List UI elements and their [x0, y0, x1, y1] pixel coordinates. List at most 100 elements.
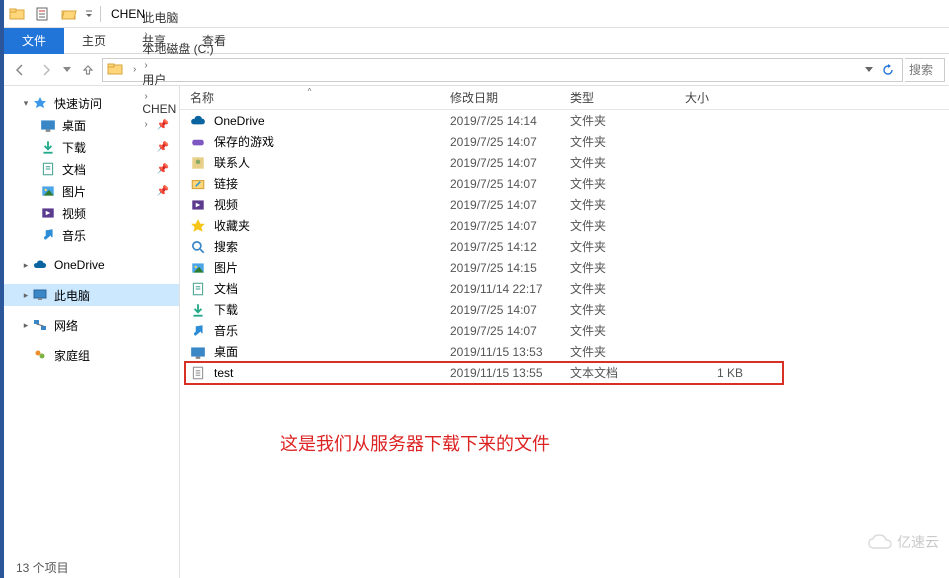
pic-icon	[190, 260, 206, 276]
file-type: 文件夹	[560, 112, 675, 129]
desktop-icon	[40, 117, 56, 133]
homegroup-icon	[32, 347, 48, 363]
file-type: 文件夹	[560, 259, 675, 276]
recent-dropdown[interactable]	[60, 58, 74, 82]
sidebar-item-label: 视频	[62, 205, 86, 222]
sidebar-onedrive[interactable]: ▸ OneDrive	[4, 254, 179, 276]
file-row[interactable]: 图片2019/7/25 14:15文件夹	[180, 257, 949, 278]
file-name: 联系人	[214, 154, 250, 171]
sidebar-homegroup[interactable]: 家庭组	[4, 344, 179, 366]
sidebar-item[interactable]: 图片 📌	[4, 180, 179, 202]
video-icon	[190, 197, 206, 213]
chevron-down-icon[interactable]: ▾	[20, 98, 32, 109]
sidebar-item-label: 快速访问	[54, 95, 102, 112]
up-button[interactable]	[76, 58, 100, 82]
file-row[interactable]: 下载2019/7/25 14:07文件夹	[180, 299, 949, 320]
file-name: 桌面	[214, 343, 238, 360]
sidebar-item[interactable]: 桌面📌	[4, 114, 179, 136]
file-row[interactable]: 搜索2019/7/25 14:12文件夹	[180, 236, 949, 257]
chevron-right-icon[interactable]: ›	[144, 60, 147, 71]
tab-file[interactable]: 文件	[4, 28, 64, 54]
column-size[interactable]: 大小	[675, 89, 755, 106]
file-row[interactable]: 收藏夹2019/7/25 14:07文件夹	[180, 215, 949, 236]
fav-icon	[190, 218, 206, 234]
sidebar-item-label: 此电脑	[54, 287, 90, 304]
file-name: 视频	[214, 196, 238, 213]
search-placeholder: 搜索	[909, 61, 933, 78]
search-box[interactable]: 搜索	[905, 58, 945, 82]
sidebar-item-label: 图片	[62, 183, 86, 200]
refresh-button[interactable]	[878, 58, 898, 82]
file-list[interactable]: OneDrive2019/7/25 14:14文件夹保存的游戏2019/7/25…	[180, 110, 949, 578]
qat-properties-icon[interactable]	[30, 2, 56, 26]
file-row[interactable]: 视频2019/7/25 14:07文件夹	[180, 194, 949, 215]
chevron-right-icon[interactable]: ▸	[20, 320, 32, 331]
file-row[interactable]: 音乐2019/7/25 14:07文件夹	[180, 320, 949, 341]
file-row[interactable]: 文档2019/11/14 22:17文件夹	[180, 278, 949, 299]
sidebar-item-label: 音乐	[62, 227, 86, 244]
file-list-pane: 名称^ 修改日期 类型 大小 OneDrive2019/7/25 14:14文件…	[180, 86, 949, 578]
pin-icon: 📌	[157, 186, 169, 197]
folder-icon	[107, 61, 125, 79]
back-button[interactable]	[8, 58, 32, 82]
file-row[interactable]: OneDrive2019/7/25 14:14文件夹	[180, 110, 949, 131]
column-name[interactable]: 名称^	[180, 89, 440, 106]
file-row[interactable]: 桌面2019/11/15 13:53文件夹	[180, 341, 949, 362]
status-text: 13 个项目	[16, 559, 69, 576]
network-icon	[32, 317, 48, 333]
breadcrumb-segment[interactable]: 本地磁盘 (C:)	[140, 40, 215, 57]
file-name: 链接	[214, 175, 238, 192]
address-dropdown-icon[interactable]	[860, 58, 878, 82]
file-type: 文件夹	[560, 175, 675, 192]
cloud-icon	[32, 257, 48, 273]
music-icon	[190, 323, 206, 339]
file-date: 2019/7/25 14:07	[440, 219, 560, 233]
file-type: 文件夹	[560, 196, 675, 213]
file-date: 2019/7/25 14:15	[440, 261, 560, 275]
address-box[interactable]: › 此电脑›本地磁盘 (C:)›用户›CHEN›	[102, 58, 903, 82]
pin-icon: 📌	[157, 142, 169, 153]
sidebar-item-label: 下载	[62, 139, 86, 156]
pic-icon	[40, 183, 56, 199]
sidebar: ▾ 快速访问 桌面📌 下载 📌 文档📌 图片 📌 视频音乐 ▸ OneDrive ▸ 此电脑…	[4, 86, 180, 578]
cloud-icon	[867, 533, 893, 551]
sidebar-item[interactable]: 下载 📌	[4, 136, 179, 158]
file-date: 2019/7/25 14:07	[440, 156, 560, 170]
sidebar-item[interactable]: 文档📌	[4, 158, 179, 180]
file-date: 2019/7/25 14:07	[440, 324, 560, 338]
file-type: 文件夹	[560, 217, 675, 234]
qat-dropdown-icon[interactable]	[82, 2, 96, 26]
breadcrumb-segment[interactable]: 此电脑	[140, 9, 215, 26]
file-row[interactable]: test2019/11/15 13:55文本文档1 KB	[180, 362, 949, 383]
column-date[interactable]: 修改日期	[440, 89, 560, 106]
file-date: 2019/7/25 14:07	[440, 303, 560, 317]
sidebar-network[interactable]: ▸ 网络	[4, 314, 179, 336]
file-row[interactable]: 联系人 2019/7/25 14:07文件夹	[180, 152, 949, 173]
sidebar-quick-access[interactable]: ▾ 快速访问	[4, 92, 179, 114]
forward-button[interactable]	[34, 58, 58, 82]
games-icon	[190, 134, 206, 150]
file-row[interactable]: 链接2019/7/25 14:07文件夹	[180, 173, 949, 194]
file-size: 1 KB	[675, 366, 755, 380]
chevron-right-icon[interactable]: ▸	[20, 290, 32, 301]
file-date: 2019/11/14 22:17	[440, 282, 560, 296]
links-icon	[190, 176, 206, 192]
chevron-right-icon[interactable]: ›	[133, 64, 136, 75]
sidebar-this-pc[interactable]: ▸ 此电脑	[4, 284, 179, 306]
sidebar-item-label: 文档	[62, 161, 86, 178]
file-type: 文件夹	[560, 322, 675, 339]
file-row[interactable]: 保存的游戏2019/7/25 14:07文件夹	[180, 131, 949, 152]
tab-home[interactable]: 主页	[64, 28, 124, 54]
qat-folder-icon[interactable]	[4, 2, 30, 26]
sidebar-item-label: 桌面	[62, 117, 86, 134]
qat-open-icon[interactable]	[56, 2, 82, 26]
file-type: 文本文档	[560, 364, 675, 381]
sidebar-item[interactable]: 视频	[4, 202, 179, 224]
chevron-right-icon[interactable]: ›	[144, 29, 147, 40]
column-type[interactable]: 类型	[560, 89, 675, 106]
file-type: 文件夹	[560, 301, 675, 318]
file-type: 文件夹	[560, 154, 675, 171]
sidebar-item[interactable]: 音乐	[4, 224, 179, 246]
chevron-right-icon[interactable]: ▸	[20, 260, 32, 271]
contacts-icon	[190, 155, 206, 171]
